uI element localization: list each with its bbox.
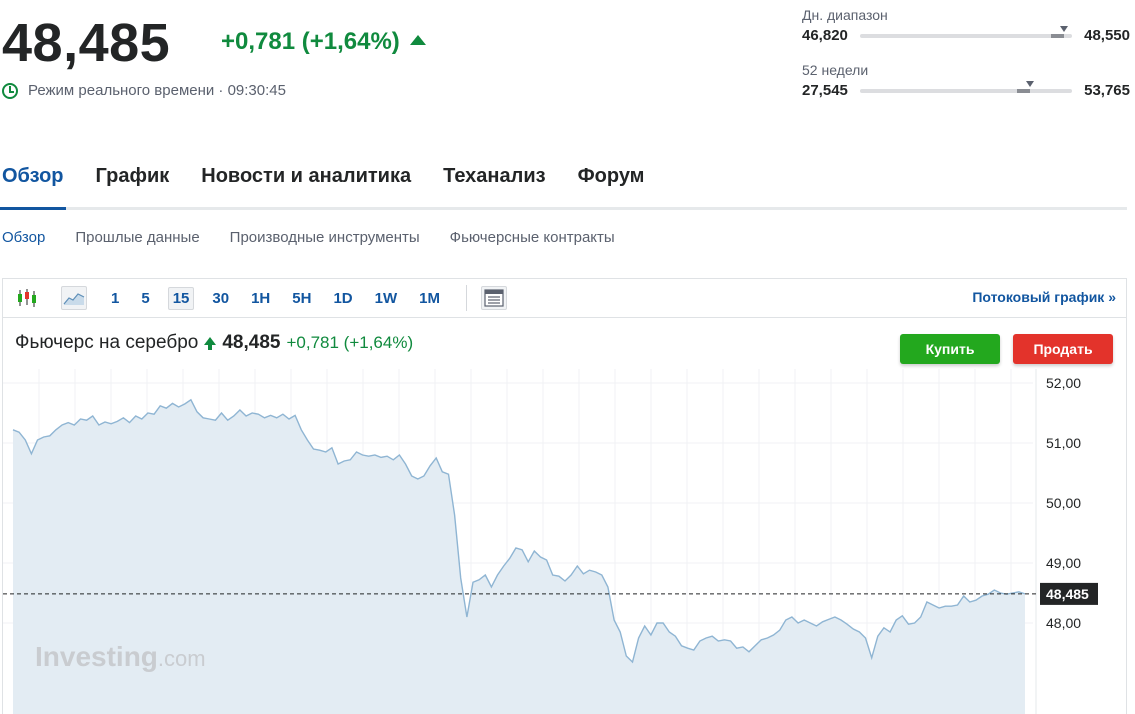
sub-tabs: Обзор Прошлые данные Производные инструм… [2,229,645,246]
tab-news[interactable]: Новости и аналитика [199,160,413,210]
price-change: +0,781 (+1,64%) [221,28,426,56]
week52-range-high: 53,765 [1084,82,1130,99]
chart-toolbar: 1 5 15 30 1H 5H 1D 1W 1M Потоковый графи… [3,279,1126,318]
week52-range-bar [859,80,1073,93]
week52-range-marker [1025,80,1034,87]
instrument-title: Фьючерс на серебро 48,485 +0,781 (+1,64%) [15,332,413,354]
subtab-history[interactable]: Прошлые данные [75,229,199,246]
daily-range-fill [1050,33,1064,38]
daily-range-low: 46,820 [802,27,848,44]
y-tick-label: 51,00 [1046,435,1081,451]
area-chart-icon[interactable] [61,286,87,310]
price-change-value: +0,781 (+1,64%) [221,28,400,55]
instrument-price: 48,485 [222,332,281,353]
daily-range-bar [859,25,1073,38]
y-tick-label: 50,00 [1046,495,1081,511]
daily-range-high: 48,550 [1084,27,1130,44]
y-tick-label: 49,00 [1046,555,1081,571]
tab-chart[interactable]: График [94,160,172,210]
daily-range-title: Дн. диапазон [802,7,888,23]
instrument-change: +0,781 (+1,64%) [286,333,414,352]
chart-widget: 1 5 15 30 1H 5H 1D 1W 1M Потоковый графи… [2,278,1127,714]
subtab-derivatives[interactable]: Производные инструменты [230,229,420,246]
subtab-overview[interactable]: Обзор [2,229,45,246]
buy-button[interactable]: Купить [900,334,1000,364]
up-arrow-icon [204,337,217,350]
realtime-label: Режим реального времени · 09:30:45 [28,82,286,99]
tab-technical[interactable]: Теханализ [441,160,547,210]
week52-range-title: 52 недели [802,62,869,78]
week52-range-low: 27,545 [802,82,848,99]
week52-range: 52 недели 27,545 53,765 [802,62,1130,99]
last-price-label: 48,485 [1046,586,1089,602]
price-chart[interactable]: 52,00 51,00 50,00 49,00 48,00 Investing.com 48… [3,369,1126,714]
interval-1w[interactable]: 1W [371,288,402,309]
tab-overview[interactable]: Обзор [0,160,66,210]
interval-30[interactable]: 30 [208,288,233,309]
week52-range-fill [1016,88,1030,93]
toolbar-divider [465,285,467,311]
up-arrow-icon [409,35,426,45]
realtime-status: Режим реального времени · 09:30:45 [2,82,286,99]
sell-button[interactable]: Продать [1013,334,1113,364]
interval-1[interactable]: 1 [107,288,123,309]
interval-5h[interactable]: 5H [288,288,315,309]
daily-range-marker [1059,25,1068,32]
main-tabs: Обзор График Новости и аналитика Теханал… [0,160,1127,210]
tab-forum[interactable]: Форум [576,160,647,210]
subtab-futures[interactable]: Фьючерсные контракты [450,229,615,246]
interval-1d[interactable]: 1D [329,288,356,309]
y-tick-label: 48,00 [1046,615,1081,631]
investing-logo: Investing.com [35,641,206,672]
chart-header: Фьючерс на серебро 48,485 +0,781 (+1,64%) … [3,318,1126,368]
streaming-chart-link[interactable]: Потоковый график » [972,289,1116,305]
daily-range: Дн. диапазон 46,820 48,550 [802,7,1130,44]
table-view-icon[interactable] [480,286,507,310]
interval-15[interactable]: 15 [167,286,195,310]
interval-1h[interactable]: 1H [247,288,274,309]
last-price: 48,485 [2,13,171,73]
interval-1m[interactable]: 1M [415,288,444,309]
clock-icon [2,82,18,99]
y-tick-label: 52,00 [1046,375,1081,391]
candlestick-icon[interactable] [15,286,41,310]
interval-5[interactable]: 5 [137,288,153,309]
instrument-name: Фьючерс на серебро [15,332,199,353]
